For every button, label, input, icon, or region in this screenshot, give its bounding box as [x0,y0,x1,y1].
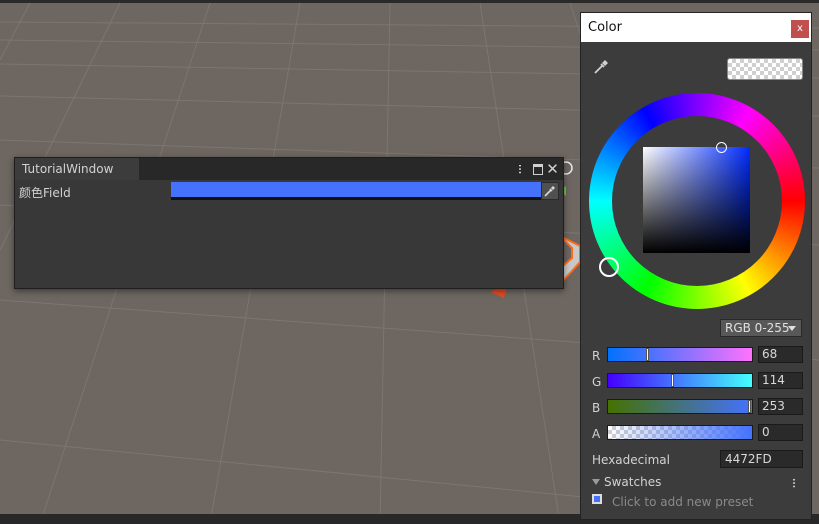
color-picker-panel: Color x RGB 0-255 R 68 G 114 B 253 A 0 H… [580,12,812,520]
color-mode-label: RGB 0-255 [725,321,790,335]
color-field-swatch[interactable] [171,182,541,200]
channel-g-slider[interactable] [607,373,753,388]
channel-g-input[interactable]: 114 [758,372,803,389]
maximize-button[interactable] [530,161,545,177]
channel-r-slider[interactable] [607,347,753,362]
channel-b-slider-handle[interactable] [747,400,751,413]
close-icon: ✕ [546,160,559,178]
hue-wheel-handle[interactable] [599,257,619,277]
saturation-value-handle[interactable] [716,142,727,153]
color-field-eyedropper-button[interactable] [541,182,559,200]
color-picker-eyedropper-button[interactable] [592,58,610,76]
swatches-menu-button[interactable] [789,475,799,489]
kebab-menu-icon [518,164,521,174]
channel-b-label: B [592,401,601,415]
color-mode-dropdown[interactable]: RGB 0-255 [720,319,802,337]
color-field-label: 颜色Field [19,186,71,200]
swatches-foldout[interactable]: Swatches [592,475,661,489]
channel-r-slider-handle[interactable] [645,348,649,361]
channel-g-slider-handle[interactable] [671,374,675,387]
eyedropper-icon [544,186,555,197]
color-picker-titlebar: Color x [581,13,811,42]
add-preset-hint[interactable]: Click to add new preset [612,495,753,509]
tab-tutorial-window[interactable]: TutorialWindow [15,158,139,180]
channel-b-slider[interactable] [607,399,753,414]
swatches-label: Swatches [604,475,662,489]
hexadecimal-input[interactable]: 4472FD [720,450,803,468]
channel-b-input[interactable]: 253 [758,398,803,415]
foldout-triangle-icon [592,479,600,485]
saturation-value-square[interactable] [643,142,750,253]
channel-g-label: G [592,375,602,389]
tutorial-window: TutorialWindow ✕ 颜色Field [14,157,564,289]
color-picker-title: Color [588,20,622,35]
window-menu-button[interactable] [512,161,527,177]
close-window-button[interactable]: ✕ [545,161,560,177]
color-picker-close-button[interactable]: x [791,20,809,38]
channel-a-slider[interactable] [607,425,753,440]
eyedropper-icon [594,60,608,74]
hexadecimal-label: Hexadecimal [592,453,670,467]
kebab-menu-icon [793,478,795,488]
maximize-icon [532,164,543,175]
color-preview-swatch[interactable] [727,58,803,80]
channel-a-label: A [592,427,601,441]
channel-r-label: R [592,349,601,363]
channel-a-input[interactable]: 0 [758,424,803,441]
tutorial-window-titlebar: TutorialWindow ✕ [15,158,563,180]
preset-swatch[interactable] [592,494,602,504]
channel-r-input[interactable]: 68 [758,346,803,363]
chevron-down-icon [788,326,796,331]
